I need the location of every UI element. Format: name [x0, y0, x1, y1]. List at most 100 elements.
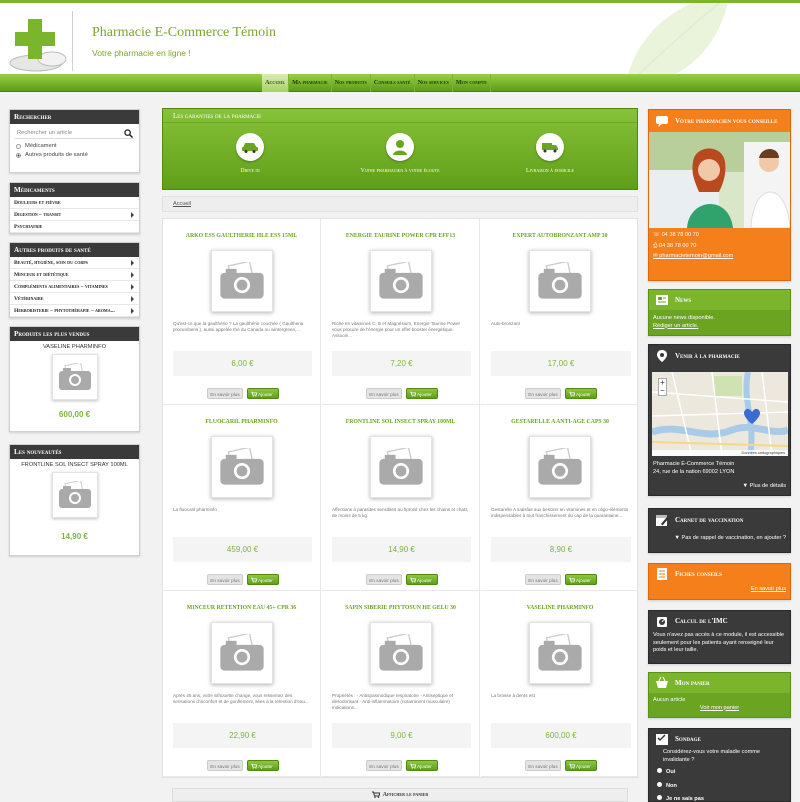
advice-phone-1[interactable]: ☏ 04 38 78 00 70: [649, 232, 790, 240]
radio-autres-produits[interactable]: Autres produits de santé: [16, 152, 133, 158]
pharmacy-cross-logo-icon[interactable]: [8, 17, 72, 73]
product-card[interactable]: FLUOCARIL PHARMINFO La fluocaril pharminf…: [163, 405, 321, 591]
visit-more-link[interactable]: ▼ Plus de détails: [649, 483, 790, 491]
site-title[interactable]: Pharmacie E-Commerce Témoin: [92, 25, 276, 41]
product-card[interactable]: ARKO ESS GAULTHERIE HLE ESS 15ML Qu'est-c…: [163, 219, 321, 405]
nav-conseils-sante[interactable]: Conseils santé: [371, 74, 415, 92]
add-to-cart-button[interactable]: Ajouter: [406, 388, 438, 399]
more-info-button[interactable]: En savoir plus: [525, 760, 561, 771]
add-to-cart-button[interactable]: Ajouter: [247, 760, 279, 771]
product-image[interactable]: [211, 622, 273, 684]
product-name[interactable]: SAPIN SIBERIE PHYTOSUN HE GELU 30: [326, 605, 475, 611]
advice-phone-2[interactable]: ⎙ 04 38 78 00 70: [649, 243, 790, 251]
product-image[interactable]: [529, 250, 591, 312]
product-name[interactable]: FRONTLINE SOL INSECT SPRAY 100ML: [326, 419, 475, 425]
product-image[interactable]: [529, 622, 591, 684]
scale-icon: [657, 617, 667, 627]
sondage-option-nsp[interactable]: Je ne sais pas: [649, 795, 790, 802]
nav-ma-pharmacie[interactable]: Ma pharmacie: [289, 74, 332, 92]
new-product-image[interactable]: [51, 472, 98, 518]
medicaments-box: Médicaments Douleurs et fièvre Digestion…: [9, 182, 140, 234]
product-card[interactable]: MINCEUR RETENTION EAU 45+ CPR 36 Après 45…: [163, 591, 321, 777]
product-name[interactable]: VASELINE PHARMINFO: [485, 605, 635, 611]
product-card[interactable]: SAPIN SIBERIE PHYTOSUN HE GELU 30 Proprié…: [322, 591, 480, 777]
more-info-button[interactable]: En savoir plus: [525, 574, 561, 585]
best-product-name[interactable]: VASELINE PHARMINFO: [10, 344, 139, 350]
category-psychiatrie[interactable]: Psychiatrie: [10, 221, 139, 233]
product-name[interactable]: GESTARELLE A ANTI-AGE CAPS 30: [485, 419, 635, 425]
add-to-cart-button[interactable]: Ajouter: [565, 760, 597, 771]
nav-nos-services[interactable]: Nos services: [415, 74, 453, 92]
product-image[interactable]: [529, 436, 591, 498]
arrow-right-icon: [131, 272, 134, 278]
product-image[interactable]: [370, 250, 432, 312]
map-pin-icon: [657, 350, 667, 362]
panier-view-link[interactable]: Voir mon panier: [649, 705, 790, 713]
guarantees-banner: Les garanties de la pharmacie Drive in V…: [162, 108, 638, 190]
product-image[interactable]: [370, 622, 432, 684]
add-to-cart-button[interactable]: Ajouter: [565, 574, 597, 585]
category-complements[interactable]: Compléments alimentaires – vitamines: [10, 281, 139, 293]
guarantee-drive-in[interactable]: Drive in: [185, 133, 315, 174]
breadcrumb[interactable]: Accueil: [162, 196, 638, 212]
show-cart-button[interactable]: Afficher le panier: [172, 788, 628, 802]
fiches-more-link[interactable]: En savoir plus: [649, 586, 790, 594]
guarantee-pharmacien[interactable]: Votre pharmacien à votre écoute: [335, 133, 465, 174]
add-to-cart-button[interactable]: Ajouter: [247, 574, 279, 585]
product-image[interactable]: [211, 436, 273, 498]
map-zoom-control[interactable]: + −: [658, 378, 667, 396]
product-name[interactable]: ENERGIE TAURINE POWER CPR EFF13: [326, 233, 475, 239]
best-product-image[interactable]: [51, 354, 98, 400]
panier-title: Mon panier: [649, 673, 790, 693]
more-info-button[interactable]: En savoir plus: [207, 388, 243, 399]
product-card[interactable]: GESTARELLE A ANTI-AGE CAPS 30 Gestarelle …: [481, 405, 639, 591]
sondage-option-oui[interactable]: Oui: [649, 768, 790, 777]
camera-icon: [538, 634, 582, 671]
add-to-cart-button[interactable]: Ajouter: [565, 388, 597, 399]
nav-nos-produits[interactable]: Nos produits: [332, 74, 371, 92]
category-beaute[interactable]: Beauté, hygiène, soin du corps: [10, 257, 139, 269]
header-divider: [72, 11, 73, 71]
product-name[interactable]: FLUOCARIL PHARMINFO: [167, 419, 316, 425]
more-info-button[interactable]: En savoir plus: [366, 760, 402, 771]
add-to-cart-button[interactable]: Ajouter: [406, 760, 438, 771]
product-name[interactable]: MINCEUR RETENTION EAU 45+ CPR 36: [167, 605, 316, 611]
guarantee-livraison[interactable]: Livraison à domicile: [485, 133, 615, 174]
product-description: Riche en vitamines C, B et Magnésium, En…: [332, 321, 461, 338]
category-douleurs[interactable]: Douleurs et fièvre: [10, 197, 139, 209]
product-image[interactable]: [370, 436, 432, 498]
category-minceur[interactable]: Minceur et diététique: [10, 269, 139, 281]
news-write-link[interactable]: Rédiger un article.: [649, 323, 790, 331]
nav-accueil[interactable]: Accueil: [262, 74, 290, 92]
category-digestion[interactable]: Digestion – transit: [10, 209, 139, 221]
more-info-button[interactable]: En savoir plus: [366, 574, 402, 585]
new-product-name[interactable]: FRONTLINE SOL INSECT SPRAY 100ML: [10, 462, 139, 468]
product-image[interactable]: [211, 250, 273, 312]
product-card[interactable]: FRONTLINE SOL INSECT SPRAY 100ML Affectio…: [322, 405, 480, 591]
product-card[interactable]: ENERGIE TAURINE POWER CPR EFF13 Riche en …: [322, 219, 480, 405]
advice-email[interactable]: ✉ pharmacietemoin@gmail.com: [649, 253, 790, 261]
add-to-cart-button[interactable]: Ajouter: [247, 388, 279, 399]
cart-icon: [569, 391, 575, 397]
product-card[interactable]: EXPERT AUTOBRONZANT AMP 30 Auto-bronzant 1…: [481, 219, 639, 405]
search-icon[interactable]: [124, 129, 133, 138]
more-info-button[interactable]: En savoir plus: [207, 760, 243, 771]
more-info-button[interactable]: En savoir plus: [207, 574, 243, 585]
sondage-option-non[interactable]: Non: [649, 781, 790, 791]
vaccination-add-link[interactable]: ▼ Pas de rappel de vaccination, en ajout…: [649, 535, 790, 543]
add-to-cart-button[interactable]: Ajouter: [406, 574, 438, 585]
document-icon: [657, 568, 667, 580]
nav-mon-compte[interactable]: Mon compte: [453, 74, 491, 92]
product-name[interactable]: EXPERT AUTOBRONZANT AMP 30: [485, 233, 635, 239]
category-herboristerie[interactable]: Herboristerie – phytothérapie – aroma...: [10, 305, 139, 317]
product-grid: ARKO ESS GAULTHERIE HLE ESS 15ML Qu'est-c…: [162, 218, 639, 778]
map-footer: Données cartographiques: [652, 450, 788, 456]
map[interactable]: + − Données cartographiques: [652, 372, 788, 456]
product-card[interactable]: VASELINE PHARMINFO La brosse à dents est 6…: [481, 591, 639, 777]
product-name[interactable]: ARKO ESS GAULTHERIE HLE ESS 15ML: [167, 233, 316, 239]
more-info-button[interactable]: En savoir plus: [525, 388, 561, 399]
radio-medicament[interactable]: Médicament: [16, 143, 133, 149]
category-veterinaire[interactable]: Vétérinaire: [10, 293, 139, 305]
more-info-button[interactable]: En savoir plus: [366, 388, 402, 399]
search-input[interactable]: Rechercher un article: [15, 128, 134, 139]
